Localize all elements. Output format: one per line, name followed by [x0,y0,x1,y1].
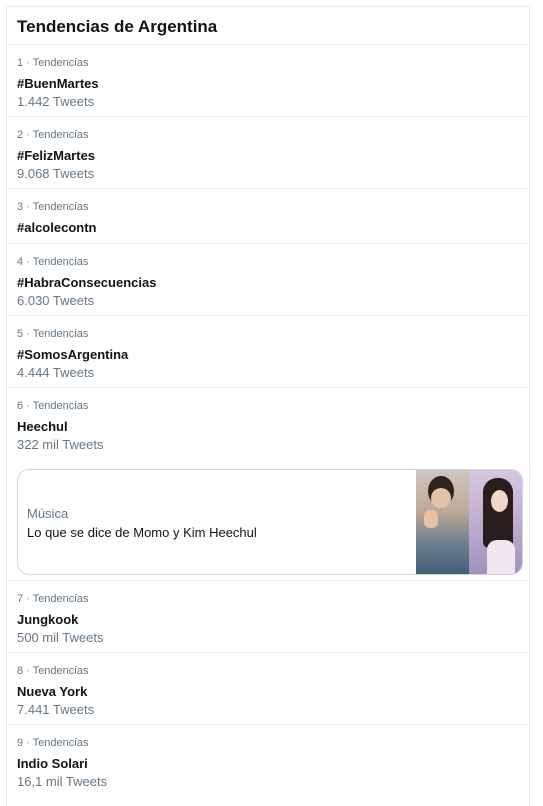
trend-count: 16,1 mil Tweets [17,774,108,789]
card-category: Música [27,506,69,521]
trend-meta: 2 · Tendencias [17,129,89,141]
trend-news-card[interactable]: Música Lo que se dice de Momo y Kim Heec… [17,469,523,575]
trend-name: #FelizMartes [17,148,96,163]
trend-name: Heechul [17,419,68,434]
trend-meta: 1 · Tendencias [17,57,89,69]
card-title: Lo que se dice de Momo y Kim Heechul [27,525,257,540]
trend-item-6[interactable]: 6 · Tendencias Heechul 322 mil Tweets Mú… [7,388,529,581]
trend-meta: 4 · Tendencias [17,256,89,268]
trend-item-7[interactable]: 7 · Tendencias Jungkook 500 mil Tweets [7,581,529,653]
trend-name: Indio Solari [17,756,88,771]
trend-item-8[interactable]: 8 · Tendencias Nueva York 7.441 Tweets [7,653,529,725]
photo-left [416,470,469,574]
trend-count: 6.030 Tweets [17,293,95,308]
trends-header: Tendencias de Argentina [7,7,529,45]
trend-name: #SomosArgentina [17,347,129,362]
trend-name: Jungkook [17,612,79,627]
card-image [416,470,522,574]
trends-panel: Tendencias de Argentina 1 · Tendencias #… [6,6,530,806]
trend-count: 322 mil Tweets [17,437,104,452]
card-text: Música Lo que se dice de Momo y Kim Heec… [18,470,416,574]
trends-title: Tendencias de Argentina [17,17,218,36]
trend-meta: 6 · Tendencias [17,400,89,412]
trend-name: #alcolecontn [17,220,97,235]
trend-count: 9.068 Tweets [17,166,95,181]
trend-meta: 3 · Tendencias [17,201,89,213]
trend-item-4[interactable]: 4 · Tendencias #HabraConsecuencias 6.030… [7,244,529,316]
trend-name: #BuenMartes [17,76,99,91]
trend-name: Nueva York [17,684,88,699]
trend-item-2[interactable]: 2 · Tendencias #FelizMartes 9.068 Tweets [7,117,529,189]
trend-name: #HabraConsecuencias [17,275,157,290]
trend-count: 4.444 Tweets [17,365,95,380]
trend-count: 7.441 Tweets [17,702,95,717]
trend-meta: 7 · Tendencias [17,593,89,605]
photo-right [469,470,522,574]
trend-item-9[interactable]: 9 · Tendencias Indio Solari 16,1 mil Twe… [7,725,529,805]
trend-count: 500 mil Tweets [17,630,104,645]
trend-meta: 9 · Tendencias [17,737,89,749]
trend-item-1[interactable]: 1 · Tendencias #BuenMartes 1.442 Tweets [7,45,529,117]
trend-meta: 5 · Tendencias [17,328,89,340]
trend-item-5[interactable]: 5 · Tendencias #SomosArgentina 4.444 Twe… [7,316,529,388]
trend-count: 1.442 Tweets [17,94,95,109]
trend-meta: 8 · Tendencias [17,665,89,677]
trend-item-3[interactable]: 3 · Tendencias #alcolecontn [7,189,529,244]
